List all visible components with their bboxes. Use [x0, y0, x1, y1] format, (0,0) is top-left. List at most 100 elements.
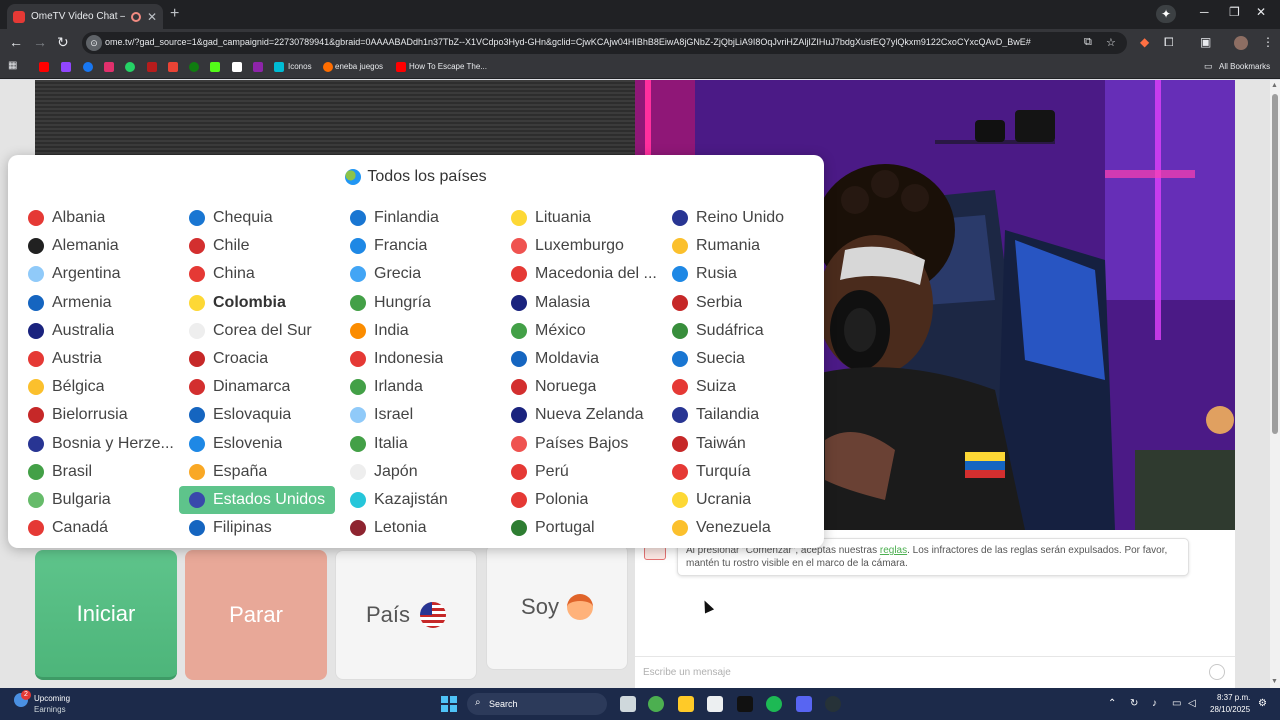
country-option[interactable]: Hungría: [340, 289, 501, 317]
country-option[interactable]: Serbia: [662, 289, 823, 317]
country-option[interactable]: Bulgaria: [18, 486, 179, 514]
country-option[interactable]: Noruega: [501, 373, 662, 401]
taskbar-search[interactable]: ⌕ Search: [467, 693, 607, 715]
country-option[interactable]: Estados Unidos: [179, 485, 335, 515]
facebook-icon[interactable]: [83, 62, 93, 72]
country-option[interactable]: Albania: [18, 204, 179, 232]
country-option[interactable]: Bélgica: [18, 373, 179, 401]
country-option[interactable]: Moldavia: [501, 345, 662, 373]
country-option[interactable]: Macedonia del ...: [501, 260, 662, 288]
clock-time[interactable]: 8:37 p.m.: [1217, 693, 1250, 702]
discord-icon[interactable]: [796, 696, 812, 712]
country-option[interactable]: Suiza: [662, 373, 823, 401]
country-option[interactable]: Bosnia y Herze...: [18, 430, 179, 458]
all-bookmarks[interactable]: All Bookmarks: [1219, 62, 1270, 71]
country-option[interactable]: Austria: [18, 345, 179, 373]
country-option[interactable]: Grecia: [340, 260, 501, 288]
country-option[interactable]: Reino Unido: [662, 204, 823, 232]
country-option[interactable]: Portugal: [501, 514, 662, 542]
bookmark-eneba[interactable]: eneba juegos: [335, 62, 383, 71]
stop-button[interactable]: Parar: [185, 550, 327, 680]
country-option[interactable]: Colombia: [179, 289, 335, 317]
message-input[interactable]: Escribe un mensaje: [635, 656, 1235, 688]
country-option[interactable]: Finlandia: [340, 204, 501, 232]
country-option[interactable]: Polonia: [501, 486, 662, 514]
bookmark-purple-icon[interactable]: [253, 62, 263, 72]
country-option[interactable]: Perú: [501, 458, 662, 486]
country-option[interactable]: Francia: [340, 232, 501, 260]
country-option[interactable]: Lituania: [501, 204, 662, 232]
country-option[interactable]: Argentina: [18, 260, 179, 288]
country-option[interactable]: Chile: [179, 232, 335, 260]
emoji-icon[interactable]: [1209, 664, 1225, 680]
country-option[interactable]: Nueva Zelanda: [501, 401, 662, 429]
country-option[interactable]: Australia: [18, 317, 179, 345]
browser-tab[interactable]: OmeTV Video Chat — OmeTV ✕: [7, 4, 163, 29]
gender-button[interactable]: Soy: [486, 544, 628, 670]
country-option[interactable]: Rusia: [662, 260, 823, 288]
country-option[interactable]: Países Bajos: [501, 430, 662, 458]
bookmark-red-icon[interactable]: [147, 62, 157, 72]
country-option[interactable]: India: [340, 317, 501, 345]
country-option[interactable]: Bielorrusia: [18, 401, 179, 429]
widget-title[interactable]: Upcoming: [34, 694, 70, 703]
country-option[interactable]: Brasil: [18, 458, 179, 486]
country-option[interactable]: Kazajistán: [340, 486, 501, 514]
chrome-icon[interactable]: [648, 696, 664, 712]
country-option[interactable]: Chequia: [179, 204, 335, 232]
country-button[interactable]: País: [335, 550, 477, 680]
scroll-thumb[interactable]: [1272, 94, 1278, 434]
xbox-icon[interactable]: [189, 62, 199, 72]
bookmark-how-to-escape[interactable]: How To Escape The...: [409, 62, 487, 71]
instagram-icon[interactable]: [104, 62, 114, 72]
rules-link[interactable]: reglas: [880, 545, 907, 556]
file-explorer-icon[interactable]: [678, 696, 694, 712]
address-bar[interactable]: ⊙ ome.tv/?gad_source=1&gad_campaignid=22…: [82, 32, 1127, 54]
country-option[interactable]: Israel: [340, 401, 501, 429]
scroll-down-icon[interactable]: ▼: [1271, 678, 1278, 685]
gemini-icon[interactable]: ✦: [1156, 5, 1176, 23]
country-option[interactable]: Indonesia: [340, 345, 501, 373]
twitch-icon[interactable]: [61, 62, 71, 72]
maximize-icon[interactable]: ❐: [1229, 5, 1240, 19]
new-tab-icon[interactable]: +: [170, 5, 179, 23]
country-option[interactable]: Corea del Sur: [179, 317, 335, 345]
kick-icon[interactable]: [210, 62, 220, 72]
clock-date[interactable]: 28/10/2025: [1210, 705, 1250, 714]
cast-icon[interactable]: ⧉: [1084, 36, 1092, 49]
popup-title[interactable]: Todos los países: [8, 168, 824, 186]
country-option[interactable]: Rumania: [662, 232, 823, 260]
country-option[interactable]: China: [179, 260, 335, 288]
site-info-icon[interactable]: ⊙: [86, 35, 102, 51]
network-icon[interactable]: ▭: [1172, 698, 1181, 709]
tab-close-icon[interactable]: ✕: [147, 10, 157, 24]
forward-icon[interactable]: →: [33, 34, 47, 50]
country-option[interactable]: Alemania: [18, 232, 179, 260]
side-panel-icon[interactable]: ▣: [1200, 35, 1211, 49]
country-option[interactable]: Canadá: [18, 514, 179, 542]
bookmark-star-icon[interactable]: ☆: [1106, 36, 1116, 49]
country-option[interactable]: Malasia: [501, 289, 662, 317]
menu-icon[interactable]: ⋮: [1262, 35, 1274, 49]
profile-avatar[interactable]: [1234, 36, 1248, 50]
country-option[interactable]: Japón: [340, 458, 501, 486]
country-option[interactable]: Taiwán: [662, 430, 823, 458]
country-option[interactable]: Eslovaquia: [179, 401, 335, 429]
country-option[interactable]: Croacia: [179, 345, 335, 373]
country-option[interactable]: Turquía: [662, 458, 823, 486]
minimize-icon[interactable]: ─: [1200, 5, 1209, 19]
notification-icon[interactable]: ⚙: [1258, 698, 1267, 709]
youtube-icon[interactable]: [39, 62, 49, 72]
spotify-icon[interactable]: [766, 696, 782, 712]
apps-grid-icon[interactable]: ▦: [8, 60, 17, 71]
gmail-icon[interactable]: [168, 62, 178, 72]
country-option[interactable]: Venezuela: [662, 514, 823, 542]
country-option[interactable]: Tailandia: [662, 401, 823, 429]
close-window-icon[interactable]: ✕: [1256, 5, 1266, 19]
windows-start-icon[interactable]: [441, 696, 457, 712]
country-option[interactable]: México: [501, 317, 662, 345]
extensions-puzzle-icon[interactable]: ⧠: [1164, 35, 1174, 50]
scroll-up-icon[interactable]: ▲: [1271, 82, 1278, 89]
sync-icon[interactable]: ↻: [1130, 698, 1138, 709]
extension-icon[interactable]: ◆: [1140, 35, 1149, 49]
